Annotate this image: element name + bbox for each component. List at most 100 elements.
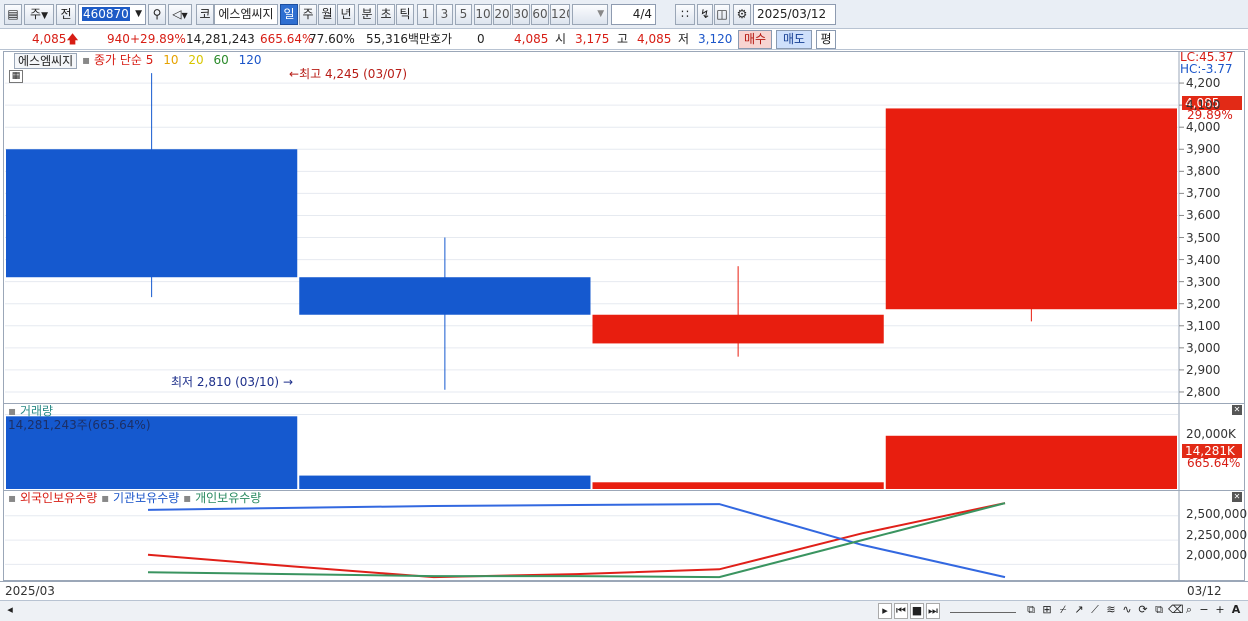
low-label: 저 xyxy=(678,32,690,46)
search-icon[interactable]: ⚲ xyxy=(148,4,166,25)
crosshair-icon[interactable]: ↯ xyxy=(697,4,713,25)
save-icon[interactable]: ◫ xyxy=(714,4,730,25)
prev-button[interactable]: 전 xyxy=(56,4,76,25)
tab-week[interactable]: 주 xyxy=(299,4,317,25)
layout-icon[interactable]: ⊞ xyxy=(1040,603,1054,619)
scatter-icon[interactable]: ∷ xyxy=(675,4,695,25)
candle-body xyxy=(885,108,1177,310)
tab-tick[interactable]: 틱 xyxy=(396,4,414,25)
interval-20[interactable]: 20 xyxy=(493,4,511,25)
erase-tool-icon[interactable]: ⌫ xyxy=(1168,603,1184,619)
date-right: 03/12 xyxy=(1187,584,1222,598)
date-input[interactable]: 2025/03/12 ▤ xyxy=(753,4,836,25)
period-select-label: 주 xyxy=(30,7,42,21)
price-tick-label: 3,800 xyxy=(1186,164,1221,179)
interval-3[interactable]: 3 xyxy=(436,4,453,25)
zoom-slider[interactable] xyxy=(950,603,1016,613)
price-legend-name[interactable]: 에스엠씨지 xyxy=(14,53,78,69)
bullet-icon: ▪ xyxy=(183,491,192,505)
trend-tool-icon[interactable]: ⟋ xyxy=(1088,603,1102,619)
copy-icon[interactable]: ⧉ xyxy=(1024,603,1038,619)
interval-120[interactable]: 120 xyxy=(550,4,570,25)
current-price-value: 4,085 xyxy=(32,32,67,46)
chart-area: 에스엠씨지 ▪ 종가 단순 5 10 20 60 120 ▦ ←최고 4,245… xyxy=(0,51,1248,600)
interval-1[interactable]: 1 xyxy=(417,4,434,25)
buy-button[interactable]: 매수 xyxy=(738,30,772,49)
bullet-icon: ▪ xyxy=(101,491,110,505)
tab-month[interactable]: 월 xyxy=(318,4,336,25)
high-note: ←최고 4,245 (03/07) xyxy=(289,65,407,82)
gear-icon[interactable]: ⚙ xyxy=(733,4,751,25)
price-tick-label: 3,400 xyxy=(1186,252,1221,267)
period-select[interactable]: 주▼ xyxy=(24,4,54,25)
holding-tick-1: 2,500,000 xyxy=(1186,507,1248,521)
volume-pct: 665.64% xyxy=(260,32,314,46)
stop-icon[interactable]: ■ xyxy=(910,603,924,619)
holding-tick-3: 2,000,000 xyxy=(1186,548,1248,562)
calendar-icon[interactable]: ▤ xyxy=(821,24,832,25)
chevron-down-icon: ▼ xyxy=(597,9,607,19)
scroll-right-icon[interactable]: ▸ xyxy=(878,603,892,619)
interval-5[interactable]: 5 xyxy=(455,4,472,25)
cycle-tool-icon[interactable]: ⟳ xyxy=(1136,603,1150,619)
interval-30[interactable]: 30 xyxy=(512,4,530,25)
grid-toggle-icon[interactable]: ▦ xyxy=(9,70,23,83)
volume-title: ▪ 거래량 xyxy=(8,404,53,418)
holding-tick-2: 2,250,000 xyxy=(1186,528,1248,542)
date-axis: 2025/03 03/12 xyxy=(0,581,1248,600)
speaker-icon[interactable]: ◁▼ xyxy=(168,4,192,25)
kor-button[interactable]: 코 xyxy=(196,4,214,25)
high-label: 고 xyxy=(617,32,629,46)
window-menu-icon[interactable]: ▤ xyxy=(4,4,22,25)
line-tool-icon[interactable]: ⌿ xyxy=(1056,603,1070,619)
copy-tool-icon[interactable]: ⧉ xyxy=(1152,603,1166,619)
wave-tool-icon[interactable]: ∿ xyxy=(1120,603,1134,619)
scroll-left-icon[interactable]: ◂ xyxy=(4,603,16,619)
interval-10[interactable]: 10 xyxy=(474,4,492,25)
ma-10: 10 xyxy=(163,53,179,67)
high-note-text: 최고 4,245 (03/07) xyxy=(299,67,408,81)
ma-5: 5 xyxy=(145,53,154,67)
volume: 14,281,243 xyxy=(186,32,255,46)
current-price: 4,085🡅 xyxy=(32,29,79,49)
hc-label: HC:-3.77 xyxy=(1180,62,1233,76)
average-button[interactable]: 평 xyxy=(816,30,836,49)
fib-tool-icon[interactable]: ≋ xyxy=(1104,603,1118,619)
legend-institution: 기관보유수량 xyxy=(113,491,180,505)
auto-icon[interactable]: A xyxy=(1230,603,1242,619)
low-note-text: 최저 2,810 (03/10) xyxy=(171,375,280,389)
price-tick-label: 3,100 xyxy=(1186,318,1221,333)
volume-last-pct: 665.64% xyxy=(1187,456,1241,470)
chart-scrollbar[interactable]: ◂ ▸ ⏮ ■ ⏭ ⧉ ⊞ ⌿ ↗ ⟋ ≋ ∿ ⟳ ⧉ ⌫ ⌕ − + A xyxy=(0,600,1248,621)
close-icon[interactable]: ✕ xyxy=(1232,405,1242,415)
price-tick-label: 3,700 xyxy=(1186,186,1221,201)
tab-year[interactable]: 년 xyxy=(337,4,355,25)
hoga-value: 0 xyxy=(477,32,485,46)
interval-60[interactable]: 60 xyxy=(531,4,549,25)
candle-body xyxy=(592,314,884,344)
zoom-in-icon[interactable]: + xyxy=(1214,603,1226,619)
legend-individual: 개인보유수량 xyxy=(195,491,262,505)
tab-day[interactable]: 일 xyxy=(280,4,298,25)
price-tick-label: 3,200 xyxy=(1186,296,1221,311)
close-icon[interactable]: ✕ xyxy=(1232,492,1242,502)
fast-forward-icon[interactable]: ⏭ xyxy=(926,603,940,619)
price-tick-label: 4,200 xyxy=(1186,76,1221,91)
ma-120: 120 xyxy=(238,53,262,67)
page-counter[interactable]: 4/4 xyxy=(611,4,656,25)
zoom-out-icon[interactable]: − xyxy=(1198,603,1210,619)
tab-minute[interactable]: 분 xyxy=(358,4,376,25)
tab-second[interactable]: 초 xyxy=(377,4,395,25)
custom-interval-select[interactable]: ▼ xyxy=(572,4,608,25)
rewind-icon[interactable]: ⏮ xyxy=(894,603,908,619)
chevron-down-icon[interactable]: ▼ xyxy=(135,5,142,24)
high-value: 4,085 xyxy=(637,32,672,46)
bullet-icon: ▪ xyxy=(8,491,17,505)
open-value: 3,175 xyxy=(575,32,610,46)
ray-tool-icon[interactable]: ↗ xyxy=(1072,603,1086,619)
hoga-price: 4,085 xyxy=(514,32,549,46)
sell-button[interactable]: 매도 xyxy=(776,30,812,49)
stock-code-input[interactable]: 460870 ▼ xyxy=(78,4,146,25)
price-tick-label: 2,800 xyxy=(1186,384,1221,399)
zoom-icon[interactable]: ⌕ xyxy=(1182,603,1196,619)
